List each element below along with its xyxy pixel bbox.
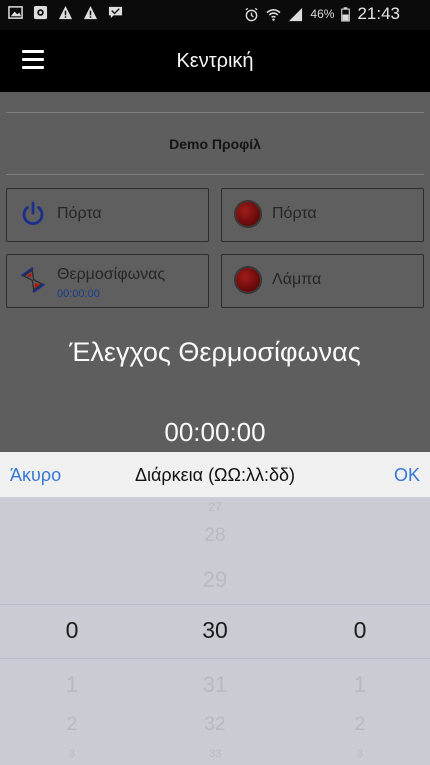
page-title: Κεντρική (176, 50, 254, 72)
message-icon (108, 6, 123, 19)
minutes-selected: 30 (202, 617, 228, 643)
hours-option: 1 (65, 672, 79, 697)
minutes-option: 29 (202, 567, 228, 592)
hourglass-icon (21, 267, 45, 293)
hours-selected: 0 (65, 617, 79, 643)
app-bar: Κεντρική (0, 30, 430, 92)
minutes-option: 33 (208, 748, 222, 760)
seconds-option: 1 (353, 672, 367, 697)
clock: 21:43 (357, 4, 400, 23)
duration-picker: 0 1 2 3 27 28 29 30 31 32 33 0 1 2 3 (0, 498, 430, 765)
tile-lamp[interactable]: Λάμπα (221, 254, 424, 308)
image-icon (8, 6, 23, 19)
main-content: Demo Προφίλ Πόρτα Πόρτα Θερμοσίφωνας 00:… (0, 92, 430, 452)
minutes-option: 28 (204, 525, 226, 546)
dialog-title: Έλεγχος Θερμοσίφωνας (69, 337, 361, 367)
tile-water-heater[interactable]: Θερμοσίφωνας 00:00:00 (6, 254, 209, 308)
picker-label: Διάρκεια (ΩΩ:λλ:δδ) (134, 465, 296, 485)
hours-wheel[interactable]: 0 1 2 3 (12, 498, 132, 765)
profile-title: Demo Προφίλ (169, 136, 261, 152)
tile-timer: 00:00:00 (57, 288, 100, 300)
tile-door-power[interactable]: Πόρτα (6, 188, 209, 242)
divider (6, 112, 424, 113)
tile-label: Πόρτα (272, 205, 317, 222)
wifi-icon (266, 8, 281, 21)
minutes-option: 32 (204, 714, 226, 735)
signal-icon (289, 7, 303, 21)
tile-label: Πόρτα (57, 205, 102, 222)
tile-label: Θερμοσίφωνας (57, 266, 166, 283)
battery-icon (341, 6, 351, 22)
minutes-option: 31 (202, 672, 228, 697)
hours-option: 3 (68, 748, 76, 760)
red-indicator-icon (234, 266, 262, 294)
alarm-icon (245, 7, 258, 21)
status-bar: 46% 21:43 (0, 0, 430, 30)
system-icons: 46% 21:43 (244, 4, 400, 24)
seconds-option: 2 (354, 714, 366, 735)
picker-toolbar: Άκυρο Διάρκεια (ΩΩ:λλ:δδ) OK (0, 452, 430, 498)
notification-icons (8, 5, 123, 20)
seconds-selected: 0 (353, 617, 367, 643)
hours-option: 2 (66, 714, 78, 735)
seconds-option: 3 (356, 748, 364, 760)
divider (6, 174, 424, 175)
power-icon (22, 201, 44, 226)
red-indicator-icon (234, 200, 262, 228)
tile-label: Λάμπα (272, 271, 322, 288)
screenshot-icon (33, 5, 48, 20)
minutes-wheel[interactable]: 27 28 29 30 31 32 33 (155, 498, 275, 765)
seconds-wheel[interactable]: 0 1 2 3 (300, 498, 420, 765)
ok-button[interactable]: OK (394, 465, 420, 486)
warning-icon (83, 5, 98, 20)
battery-percent: 46% (310, 7, 335, 21)
tile-door-status[interactable]: Πόρτα (221, 188, 424, 242)
minutes-option: 27 (208, 500, 222, 514)
warning-icon (58, 5, 73, 20)
dialog-time: 00:00:00 (164, 417, 266, 447)
